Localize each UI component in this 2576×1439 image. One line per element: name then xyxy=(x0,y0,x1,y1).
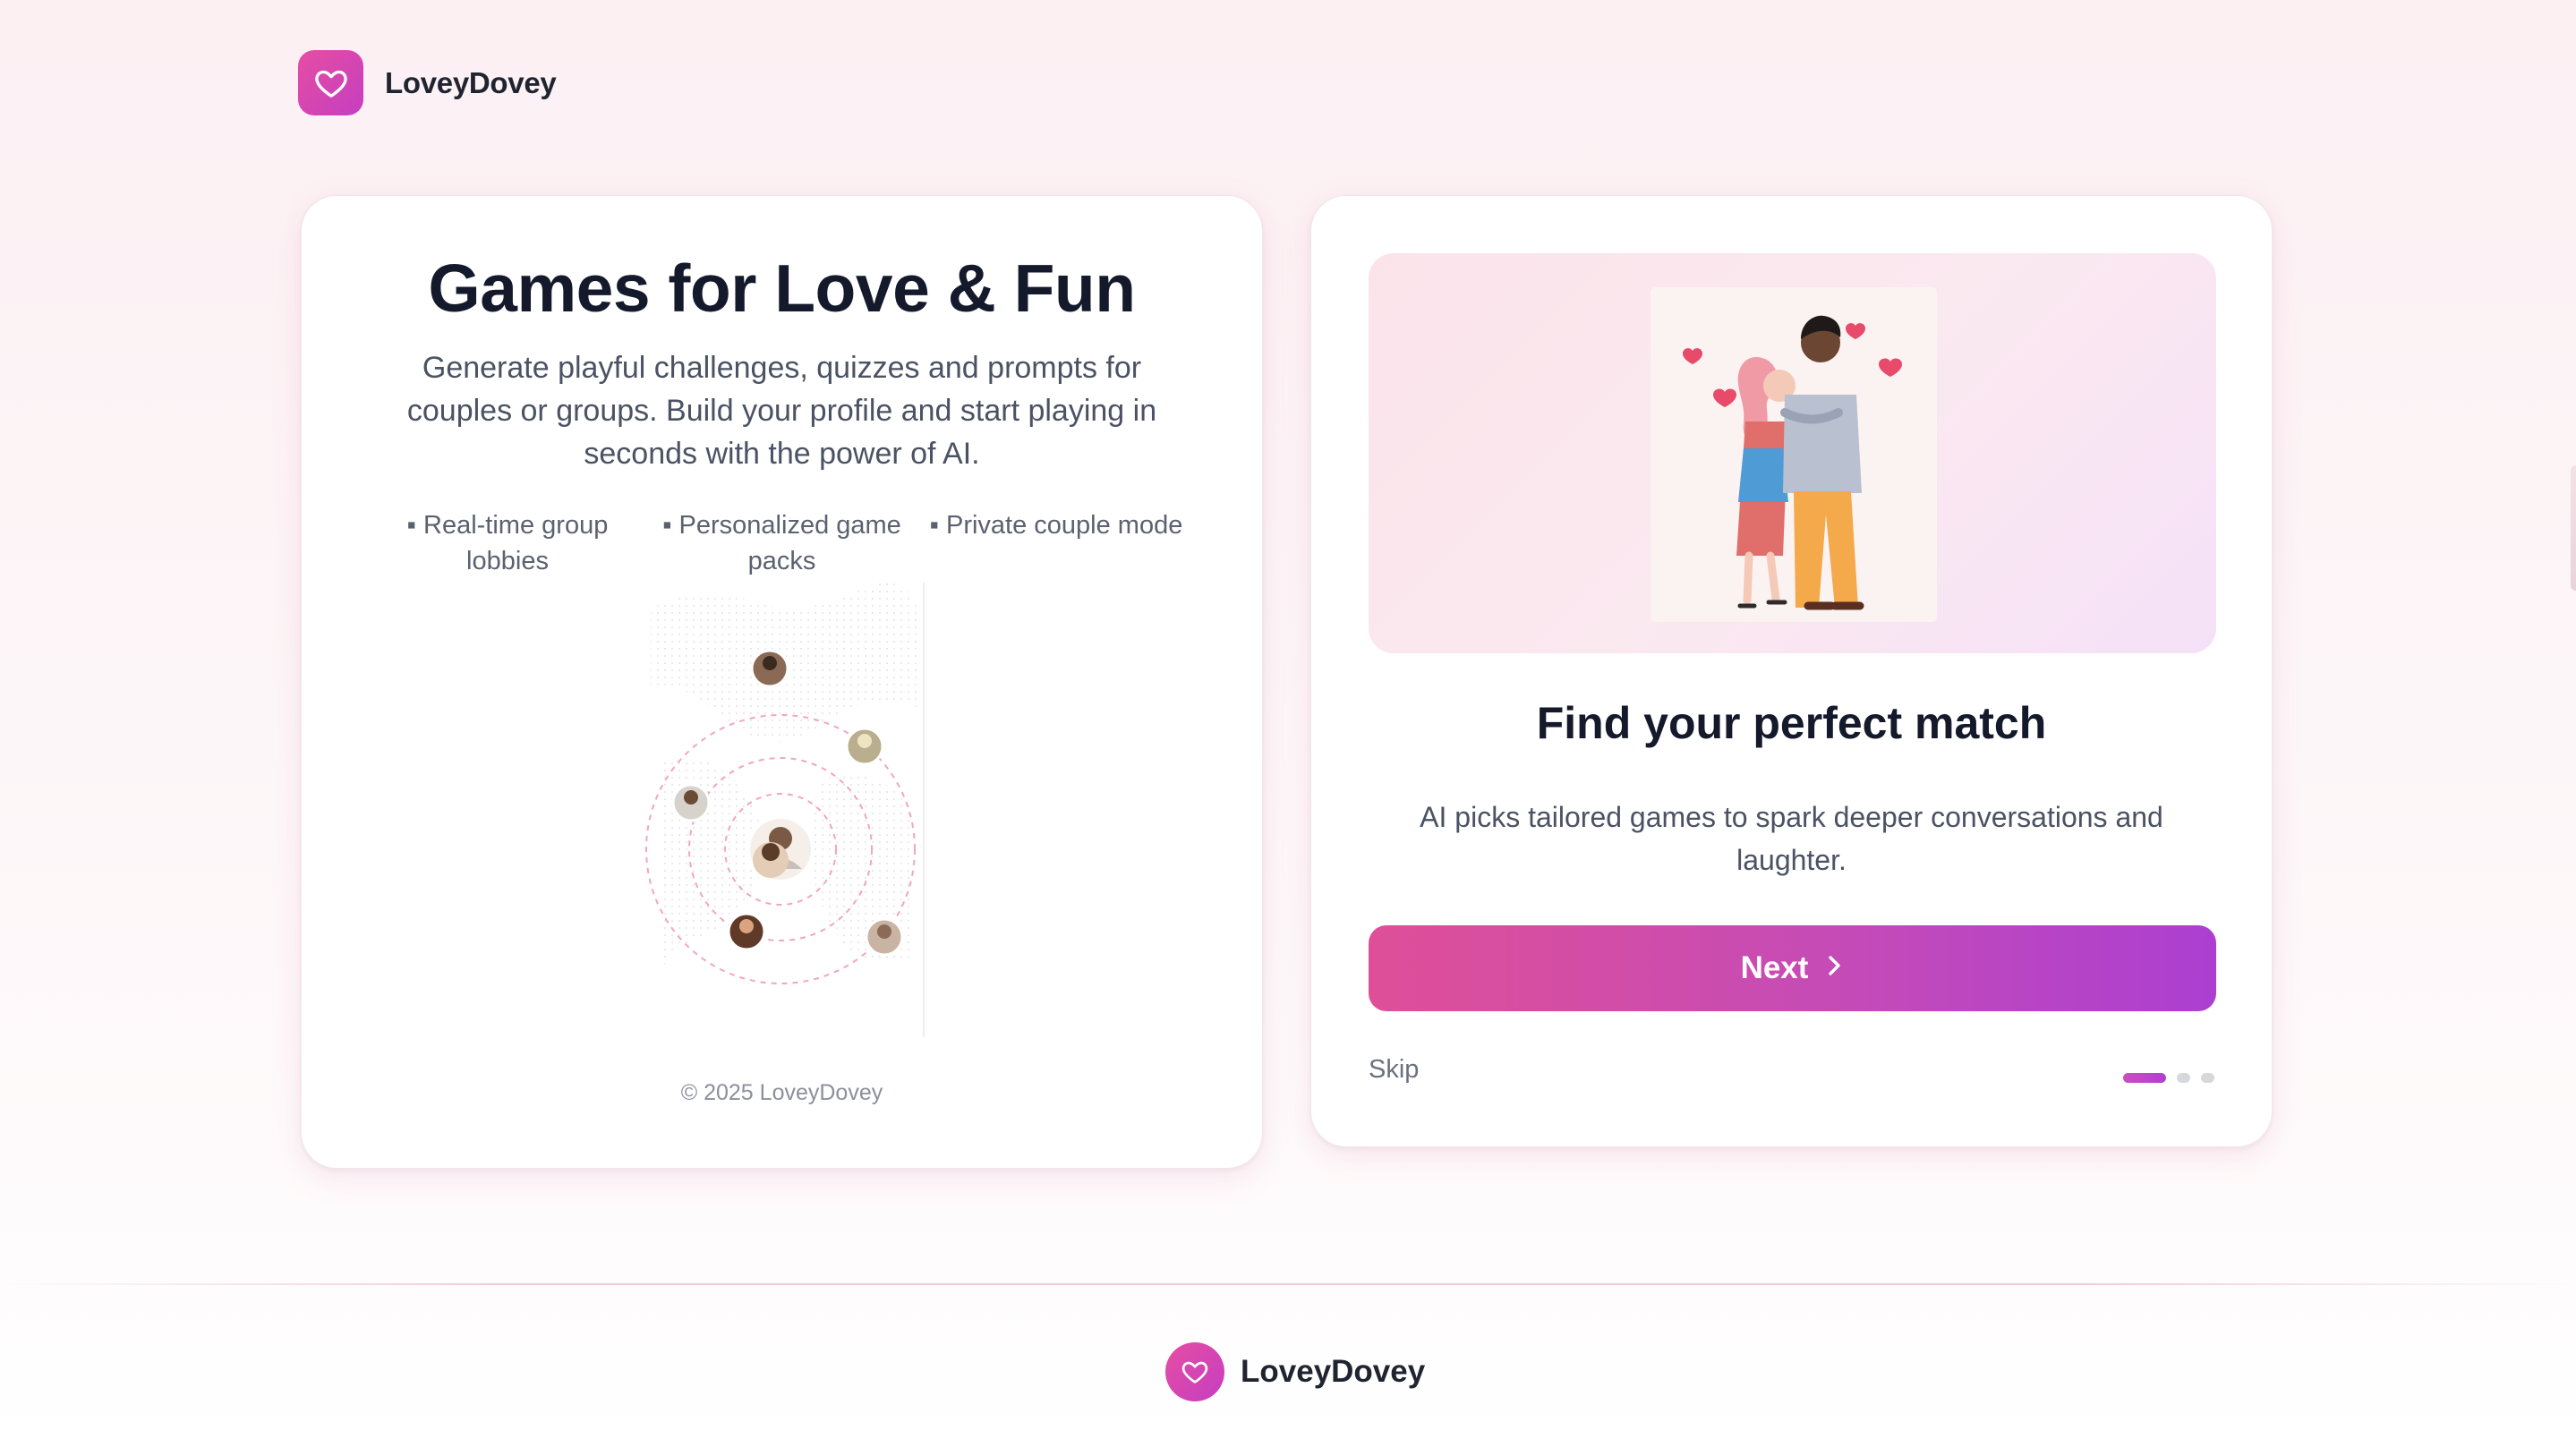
footer-brand-name: LoveyDovey xyxy=(1241,1354,1426,1389)
footer-divider xyxy=(0,1283,2576,1285)
feature-item: ▪ Private couple mode xyxy=(929,511,1183,540)
next-button-label: Next xyxy=(1740,950,1809,985)
brand-name: LoveyDovey xyxy=(385,65,557,99)
hero-subtitle: Generate playful challenges, quizzes and… xyxy=(406,351,1157,471)
step-indicator xyxy=(2123,1073,2214,1083)
header-brand[interactable]: LoveyDovey xyxy=(298,50,557,115)
step-dot[interactable] xyxy=(2177,1073,2190,1083)
onboarding-title: Find your perfect match xyxy=(1536,698,2047,748)
onboarding-card: Find your perfect match AI picks tailore… xyxy=(1310,195,2273,1147)
feature-item: ▪ Real-time group lobbies xyxy=(406,511,609,575)
step-dot-active[interactable] xyxy=(2123,1073,2166,1083)
onboarding-media xyxy=(1369,253,2216,653)
chevron-right-icon xyxy=(1824,950,1844,986)
skip-link[interactable]: Skip xyxy=(1369,1055,1419,1085)
onboarding-subtitle: AI picks tailored games to spark deeper … xyxy=(1420,801,2163,876)
orbit-illustration xyxy=(642,583,925,1037)
heart-icon xyxy=(298,50,363,115)
footer-brand[interactable]: LoveyDovey xyxy=(1165,1342,1425,1401)
copyright: © 2025 LoveyDovey xyxy=(680,1080,883,1105)
heart-icon xyxy=(1165,1342,1224,1401)
feature-item: ▪ Personalized game packs xyxy=(662,511,901,575)
feature-list: ▪ Real-time group lobbies ▪ Personalized… xyxy=(373,507,1190,579)
side-handle[interactable] xyxy=(2571,465,2576,591)
hero-card: Games for Love & Fun Generate playful ch… xyxy=(301,195,1263,1169)
hero-title: Games for Love & Fun xyxy=(428,251,1136,326)
couple-illustration xyxy=(1651,287,1937,622)
step-dot[interactable] xyxy=(2201,1073,2214,1083)
next-button[interactable]: Next xyxy=(1369,925,2216,1011)
